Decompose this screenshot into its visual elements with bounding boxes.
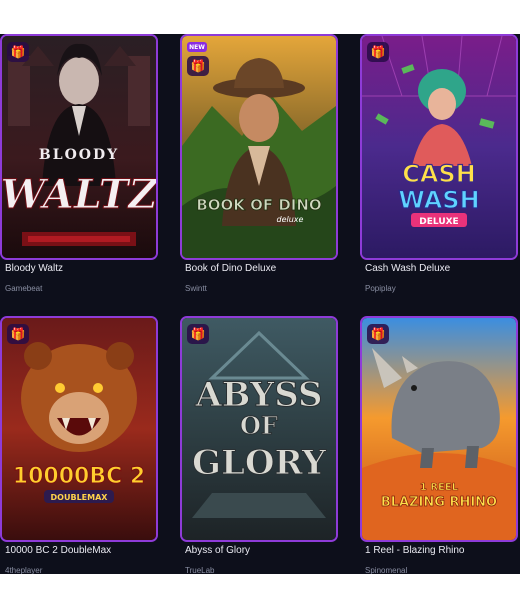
game-thumbnail[interactable]: 1 REEL BLAZING RHINO 🎁 bbox=[360, 316, 518, 542]
game-provider: Swintt bbox=[185, 284, 207, 293]
art-title-main: WASH bbox=[398, 186, 479, 214]
game-title[interactable]: Bloody Waltz bbox=[5, 263, 63, 274]
art-title-top: 1 REEL bbox=[420, 482, 459, 493]
game-thumbnail[interactable]: ABYSS OF GLORY 🎁 bbox=[180, 316, 338, 542]
game-title[interactable]: Cash Wash Deluxe bbox=[365, 263, 450, 274]
gift-icon: 🎁 bbox=[187, 324, 209, 344]
game-provider: TrueLab bbox=[185, 566, 215, 574]
game-art-cash-wash: CASH WASH DELUXE bbox=[362, 36, 516, 258]
game-provider: 4theplayer bbox=[5, 566, 43, 574]
gift-icon: 🎁 bbox=[367, 42, 389, 62]
game-art-10000-bc: 10000BC 2 DOUBLEMAX bbox=[2, 318, 156, 540]
game-grid: BLOODY WALTZ 🎁 Bloody Waltz Gamebeat BOO… bbox=[0, 34, 520, 574]
gift-icon: 🎁 bbox=[7, 42, 29, 62]
game-thumbnail[interactable]: BOOK OF DINO deluxe NEW 🎁 bbox=[180, 34, 338, 260]
new-badge: NEW bbox=[187, 42, 207, 52]
game-title[interactable]: Abyss of Glory bbox=[185, 545, 250, 556]
art-title-main: BOOK OF DINO bbox=[196, 196, 321, 214]
art-title-mid: OF bbox=[240, 411, 278, 440]
gift-icon: 🎁 bbox=[7, 324, 29, 344]
art-title-top: CASH bbox=[402, 160, 476, 188]
game-provider: Gamebeat bbox=[5, 284, 43, 293]
game-art-blazing-rhino: 1 REEL BLAZING RHINO bbox=[362, 318, 516, 540]
art-title-main: 10000BC 2 bbox=[13, 464, 145, 489]
game-title[interactable]: 10000 BC 2 DoubleMax bbox=[5, 545, 111, 556]
game-art-bloody-waltz: BLOODY WALTZ bbox=[2, 36, 156, 258]
gift-icon: 🎁 bbox=[367, 324, 389, 344]
art-title-top: BLOODY bbox=[39, 147, 119, 163]
game-grid-container: BLOODY WALTZ 🎁 Bloody Waltz Gamebeat BOO… bbox=[0, 34, 520, 574]
art-title-main: BLAZING RHINO bbox=[381, 495, 497, 510]
gift-icon: 🎁 bbox=[187, 56, 209, 76]
art-title-sub: DELUXE bbox=[419, 217, 458, 227]
game-thumbnail[interactable]: CASH WASH DELUXE 🎁 bbox=[360, 34, 518, 260]
art-title-top: ABYSS bbox=[194, 375, 322, 415]
game-title[interactable]: 1 Reel - Blazing Rhino bbox=[365, 545, 465, 556]
game-provider: Popiplay bbox=[365, 284, 396, 293]
art-title-main: WALTZ bbox=[2, 171, 156, 218]
game-thumbnail[interactable]: BLOODY WALTZ 🎁 bbox=[0, 34, 158, 260]
art-title-main: GLORY bbox=[192, 443, 327, 483]
game-provider: Spinomenal bbox=[365, 566, 408, 574]
game-title[interactable]: Book of Dino Deluxe bbox=[185, 263, 276, 274]
art-title-sub: DOUBLEMAX bbox=[51, 493, 109, 502]
game-art-abyss-of-glory: ABYSS OF GLORY bbox=[182, 318, 336, 540]
art-title-sub: deluxe bbox=[277, 215, 304, 224]
game-thumbnail[interactable]: 10000BC 2 DOUBLEMAX 🎁 bbox=[0, 316, 158, 542]
